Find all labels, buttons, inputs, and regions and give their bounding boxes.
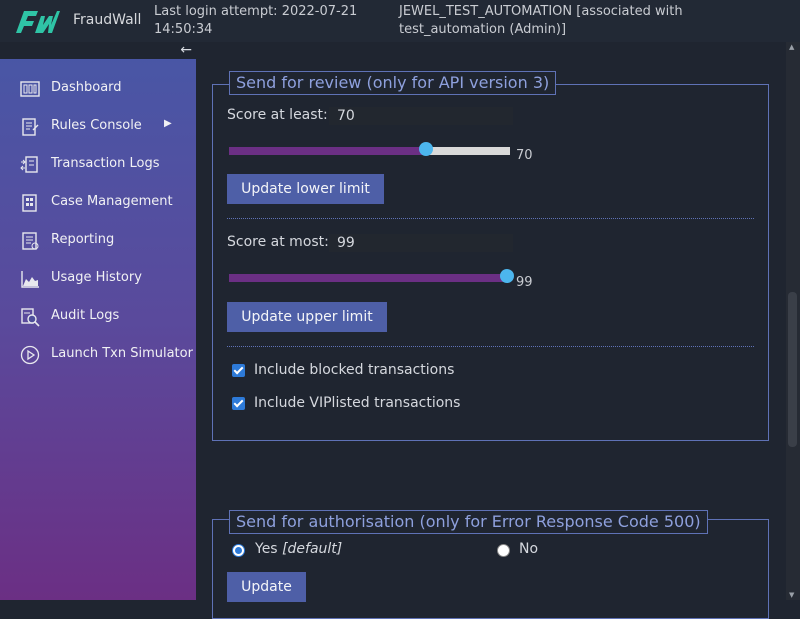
- scroll-thumb[interactable]: [788, 292, 797, 447]
- main-content: Send for review (only for API version 3)…: [196, 42, 786, 619]
- yes-radio[interactable]: [232, 544, 245, 557]
- transaction-icon: [20, 156, 38, 173]
- sidebar-item-label: Launch Txn Simulator: [51, 346, 193, 361]
- divider: [227, 346, 754, 347]
- upper-limit-slider[interactable]: [229, 269, 514, 283]
- default-tag: [default]: [282, 541, 343, 557]
- scroll-down-arrow-icon[interactable]: ▼: [789, 591, 794, 599]
- reporting-icon: [22, 232, 39, 250]
- include-vip-label: Include VIPlisted transactions: [254, 395, 461, 411]
- update-lower-limit-button[interactable]: Update lower limit: [227, 174, 384, 204]
- sidebar-item-label: Transaction Logs: [51, 156, 160, 171]
- include-blocked-checkbox[interactable]: [232, 364, 245, 377]
- dashboard-icon: [20, 81, 40, 97]
- sidebar-item-reporting[interactable]: Reporting: [0, 225, 196, 255]
- sidebar-item-label: Usage History: [51, 270, 142, 285]
- authorisation-legend: Send for authorisation (only for Error R…: [229, 510, 708, 534]
- upper-slider-fill: [229, 274, 507, 282]
- rules-icon: [22, 118, 39, 136]
- upper-slider-thumb[interactable]: [500, 269, 514, 283]
- sidebar-item-label: Audit Logs: [51, 308, 120, 323]
- include-vip-checkbox[interactable]: [232, 397, 245, 410]
- lower-limit-value[interactable]: 70: [329, 107, 513, 125]
- upper-limit-value[interactable]: 99: [329, 234, 513, 252]
- user-info-text: JEWEL_TEST_AUTOMATION [associated with t…: [399, 4, 683, 37]
- upper-limit-label: Score at most:: [227, 234, 329, 250]
- sidebar-item-launch-txn-simulator[interactable]: Launch Txn Simulator: [0, 339, 196, 369]
- scroll-up-arrow-icon[interactable]: ▲: [789, 43, 794, 51]
- case-icon: [22, 194, 37, 212]
- update-upper-limit-button[interactable]: Update upper limit: [227, 302, 387, 332]
- sidebar-item-label: Rules Console: [51, 118, 142, 133]
- yes-label: Yes: [255, 541, 278, 557]
- top-bar: FraudWall Last login attempt: 2022-07-21…: [0, 0, 800, 42]
- brand-name: FraudWall: [73, 12, 142, 28]
- vertical-scrollbar[interactable]: ▲ ▼: [786, 42, 800, 600]
- sidebar-item-usage-history[interactable]: Usage History: [0, 263, 196, 293]
- sidebar-item-audit-logs[interactable]: Audit Logs: [0, 301, 196, 331]
- lower-limit-slider[interactable]: [229, 142, 510, 156]
- sidebar-item-case-management[interactable]: Case Management: [0, 187, 196, 217]
- divider: [227, 218, 754, 219]
- lower-limit-label: Score at least:: [227, 107, 328, 123]
- review-settings-panel: Send for review (only for API version 3)…: [212, 71, 769, 441]
- no-radio[interactable]: [497, 544, 510, 557]
- sidebar-item-label: Reporting: [51, 232, 115, 247]
- last-login-text: Last login attempt: 2022-07-21 14:50:34: [154, 4, 358, 37]
- sidebar-item-transaction-logs[interactable]: Transaction Logs: [0, 149, 196, 179]
- sidebar-item-dashboard[interactable]: Dashboard: [0, 73, 196, 103]
- sidebar-item-rules-console[interactable]: Rules Console ▶: [0, 111, 196, 141]
- update-authorisation-button[interactable]: Update: [227, 572, 306, 602]
- sidebar-collapse-bar: ←: [0, 42, 196, 59]
- review-legend: Send for review (only for API version 3): [229, 71, 557, 95]
- usage-chart-icon: [21, 271, 39, 288]
- play-circle-icon: [20, 345, 40, 365]
- lower-slider-fill: [229, 147, 426, 155]
- upper-slider-value: 99: [516, 275, 533, 290]
- fraudwall-logo-icon: [16, 11, 60, 33]
- sidebar-item-label: Dashboard: [51, 80, 122, 95]
- sidebar-item-label: Case Management: [51, 194, 173, 209]
- sidebar: ← Dashboard Rules Console ▶ Transaction …: [0, 42, 196, 600]
- yes-option-label: Yes [default]: [255, 541, 342, 557]
- expand-arrow-icon[interactable]: ▶: [164, 118, 172, 129]
- authorisation-settings-panel: Send for authorisation (only for Error R…: [212, 510, 769, 619]
- collapse-arrow-icon[interactable]: ←: [180, 42, 192, 58]
- audit-search-icon: [21, 308, 40, 327]
- lower-slider-value: 70: [516, 148, 533, 163]
- lower-slider-thumb[interactable]: [419, 142, 433, 156]
- no-label: No: [519, 541, 539, 557]
- include-blocked-label: Include blocked transactions: [254, 362, 455, 378]
